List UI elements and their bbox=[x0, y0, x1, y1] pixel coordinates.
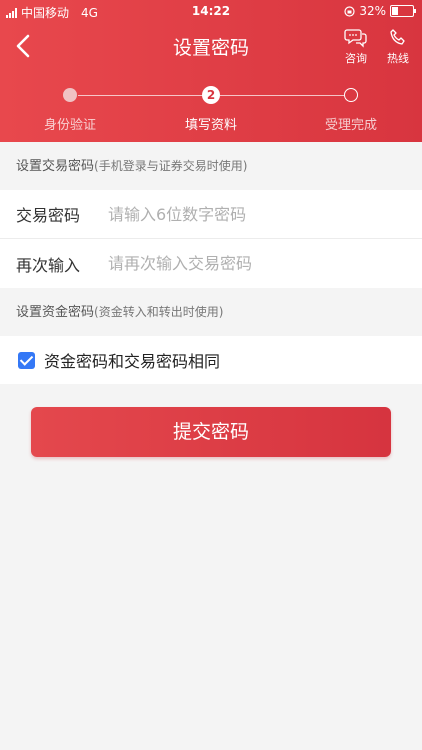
trade-password-input[interactable] bbox=[106, 203, 390, 225]
submit-password-button[interactable]: 提交密码 bbox=[31, 407, 391, 457]
battery-icon bbox=[390, 5, 416, 17]
fund-section-title: 设置资金密码 bbox=[16, 305, 95, 320]
step-label-fill-info: 填写资料 bbox=[184, 118, 237, 133]
same-password-checkbox[interactable] bbox=[18, 351, 35, 369]
step-connector bbox=[220, 95, 344, 96]
step-dot-done bbox=[63, 88, 77, 102]
trade-password-row: 交易密码 bbox=[0, 190, 422, 239]
trade-section-title: 设置交易密码 bbox=[16, 159, 95, 174]
step-label-identity: 身份验证 bbox=[43, 118, 96, 133]
chat-bubble-icon bbox=[344, 29, 367, 48]
nav-bar: 设置密码 咨询 热线 bbox=[0, 22, 422, 72]
confirm-password-label: 再次输入 bbox=[16, 255, 81, 275]
same-password-option[interactable]: 资金密码和交易密码相同 bbox=[0, 336, 422, 384]
consult-label: 咨询 bbox=[345, 52, 367, 65]
same-password-label: 资金密码和交易密码相同 bbox=[44, 352, 221, 371]
orientation-lock-icon bbox=[344, 5, 355, 17]
trade-section-note: (手机登录与证券交易时使用) bbox=[94, 159, 248, 173]
fund-section-note: (资金转入和转出时使用) bbox=[94, 305, 224, 319]
trade-password-section-title: 设置交易密码(手机登录与证券交易时使用) bbox=[0, 142, 422, 190]
phone-icon bbox=[390, 29, 405, 45]
fund-password-section-title: 设置资金密码(资金转入和转出时使用) bbox=[0, 288, 422, 336]
step-dot-current: 2 bbox=[202, 86, 220, 104]
hotline-label: 热线 bbox=[387, 52, 409, 65]
trade-password-label: 交易密码 bbox=[16, 206, 81, 225]
hotline-button[interactable]: 热线 bbox=[378, 28, 418, 66]
step-connector bbox=[78, 95, 204, 96]
confirm-password-input[interactable] bbox=[106, 253, 390, 274]
step-label-complete: 受理完成 bbox=[324, 118, 377, 133]
confirm-password-row: 再次输入 bbox=[0, 239, 422, 288]
header: 中国移动 4G 14:22 32% 设置密码 咨询 热线 2 身份验证 填写资料… bbox=[0, 0, 422, 142]
battery-percent: 32% bbox=[359, 4, 386, 18]
step-dot-todo bbox=[344, 88, 358, 102]
status-bar: 中国移动 4G 14:22 32% bbox=[0, 0, 422, 22]
progress-steps: 2 身份验证 填写资料 受理完成 bbox=[0, 86, 422, 136]
consult-button[interactable]: 咨询 bbox=[336, 28, 376, 66]
